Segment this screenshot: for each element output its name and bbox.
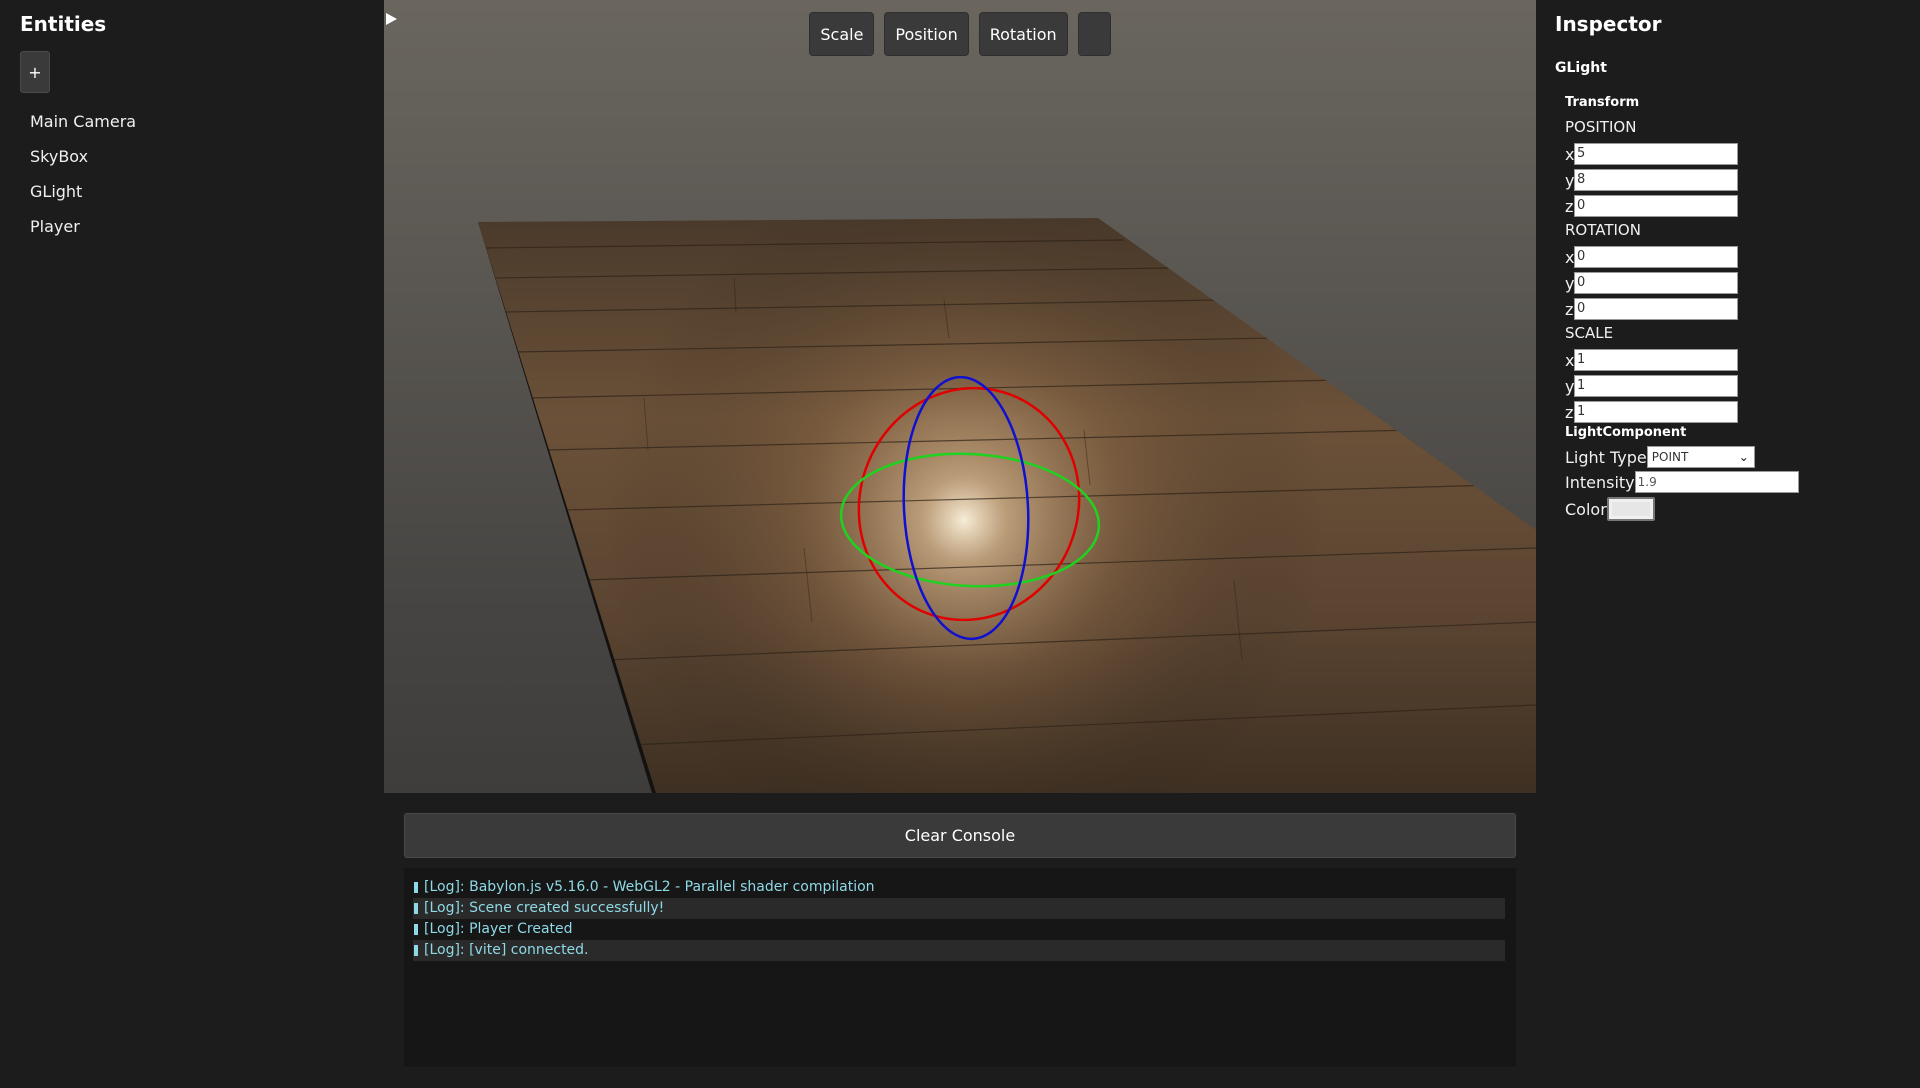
play-icon <box>386 13 397 25</box>
position-label: POSITION <box>1565 118 1637 136</box>
scale-label: SCALE <box>1565 324 1614 342</box>
rotation-y-input[interactable]: 0 <box>1574 272 1738 294</box>
inspector-panel: Inspector GLight Transform POSITION x 5 … <box>1536 0 1920 1088</box>
log-line: [Log]: Scene created successfully! <box>413 898 1505 919</box>
axis-label-x: x <box>1565 247 1575 267</box>
gizmo-toolbar: Scale Position Rotation <box>384 12 1536 56</box>
scale-y-row: y 1 <box>1565 373 1738 399</box>
position-z-input[interactable]: 0 <box>1574 195 1738 217</box>
transform-component-label: Transform <box>1565 95 1640 110</box>
axis-label-z: z <box>1565 402 1574 422</box>
log-line: [Log]: [vite] connected. <box>413 940 1505 961</box>
selected-entity-name: GLight <box>1555 60 1607 76</box>
entity-list: Main Camera SkyBox GLight Player <box>30 110 136 250</box>
axis-label-z: z <box>1565 299 1574 319</box>
console-panel: [Log]: Babylon.js v5.16.0 - WebGL2 - Par… <box>404 868 1516 1067</box>
scale-y-input[interactable]: 1 <box>1574 375 1738 397</box>
light-component-label: LightComponent <box>1565 425 1687 440</box>
intensity-input[interactable]: 1.9 <box>1634 471 1799 493</box>
light-type-select[interactable]: POINT ⌄ <box>1646 446 1755 468</box>
scene-viewport[interactable]: Scale Position Rotation <box>384 0 1536 793</box>
light-type-label: Light Type <box>1565 447 1647 467</box>
log-marker <box>414 903 418 914</box>
log-text: [Log]: [vite] connected. <box>424 942 589 958</box>
inspector-title: Inspector <box>1555 12 1662 36</box>
log-marker <box>414 945 418 956</box>
rotation-z-row: z 0 <box>1565 296 1738 322</box>
position-x-input[interactable]: 5 <box>1574 143 1738 165</box>
log-marker <box>414 924 418 935</box>
intensity-row: Intensity 1.9 <box>1565 471 1799 493</box>
chevron-down-icon: ⌄ <box>1738 450 1749 464</box>
color-label: Color <box>1565 499 1607 519</box>
axis-label-x: x <box>1565 144 1575 164</box>
rotation-button[interactable]: Rotation <box>978 12 1068 56</box>
axis-label-y: y <box>1565 170 1575 190</box>
axis-label-y: y <box>1565 376 1575 396</box>
log-line: [Log]: Babylon.js v5.16.0 - WebGL2 - Par… <box>413 877 1505 898</box>
axis-label-z: z <box>1565 196 1574 216</box>
play-button[interactable] <box>386 12 1111 56</box>
axis-label-x: x <box>1565 350 1575 370</box>
scene-render <box>478 218 1536 793</box>
color-picker[interactable] <box>1606 497 1655 521</box>
scale-z-input[interactable]: 1 <box>1574 401 1738 423</box>
add-entity-button[interactable]: + <box>20 51 50 93</box>
log-marker <box>414 882 418 893</box>
entity-item-main-camera[interactable]: Main Camera <box>30 110 136 145</box>
scale-x-row: x 1 <box>1565 347 1738 373</box>
position-y-input[interactable]: 8 <box>1574 169 1738 191</box>
entities-title: Entities <box>20 12 107 36</box>
entity-item-skybox[interactable]: SkyBox <box>30 145 136 180</box>
axis-label-y: y <box>1565 273 1575 293</box>
entity-item-player[interactable]: Player <box>30 215 136 250</box>
log-text: [Log]: Player Created <box>424 921 573 937</box>
scale-button[interactable]: Scale <box>809 12 875 56</box>
rotation-y-row: y 0 <box>1565 270 1738 296</box>
rotation-z-input[interactable]: 0 <box>1574 298 1738 320</box>
rotation-x-row: x 0 <box>1565 244 1738 270</box>
log-line: [Log]: Player Created <box>413 919 1505 940</box>
color-row: Color <box>1565 497 1655 521</box>
position-button[interactable]: Position <box>884 12 969 56</box>
light-type-value: POINT <box>1651 450 1689 464</box>
log-text: [Log]: Scene created successfully! <box>424 900 665 916</box>
console-lines: [Log]: Babylon.js v5.16.0 - WebGL2 - Par… <box>413 877 1505 961</box>
position-z-row: z 0 <box>1565 193 1738 219</box>
scale-x-input[interactable]: 1 <box>1574 349 1738 371</box>
rotation-x-input[interactable]: 0 <box>1574 246 1738 268</box>
rotation-label: ROTATION <box>1565 221 1641 239</box>
intensity-label: Intensity <box>1565 472 1635 492</box>
position-x-row: x 5 <box>1565 141 1738 167</box>
entity-item-glight[interactable]: GLight <box>30 180 136 215</box>
position-y-row: y 8 <box>1565 167 1738 193</box>
clear-console-button[interactable]: Clear Console <box>404 813 1516 858</box>
light-type-row: Light Type POINT ⌄ <box>1565 446 1755 468</box>
scale-z-row: z 1 <box>1565 399 1738 425</box>
log-text: [Log]: Babylon.js v5.16.0 - WebGL2 - Par… <box>424 879 875 895</box>
entities-panel: Entities + Main Camera SkyBox GLight Pla… <box>0 0 384 1088</box>
